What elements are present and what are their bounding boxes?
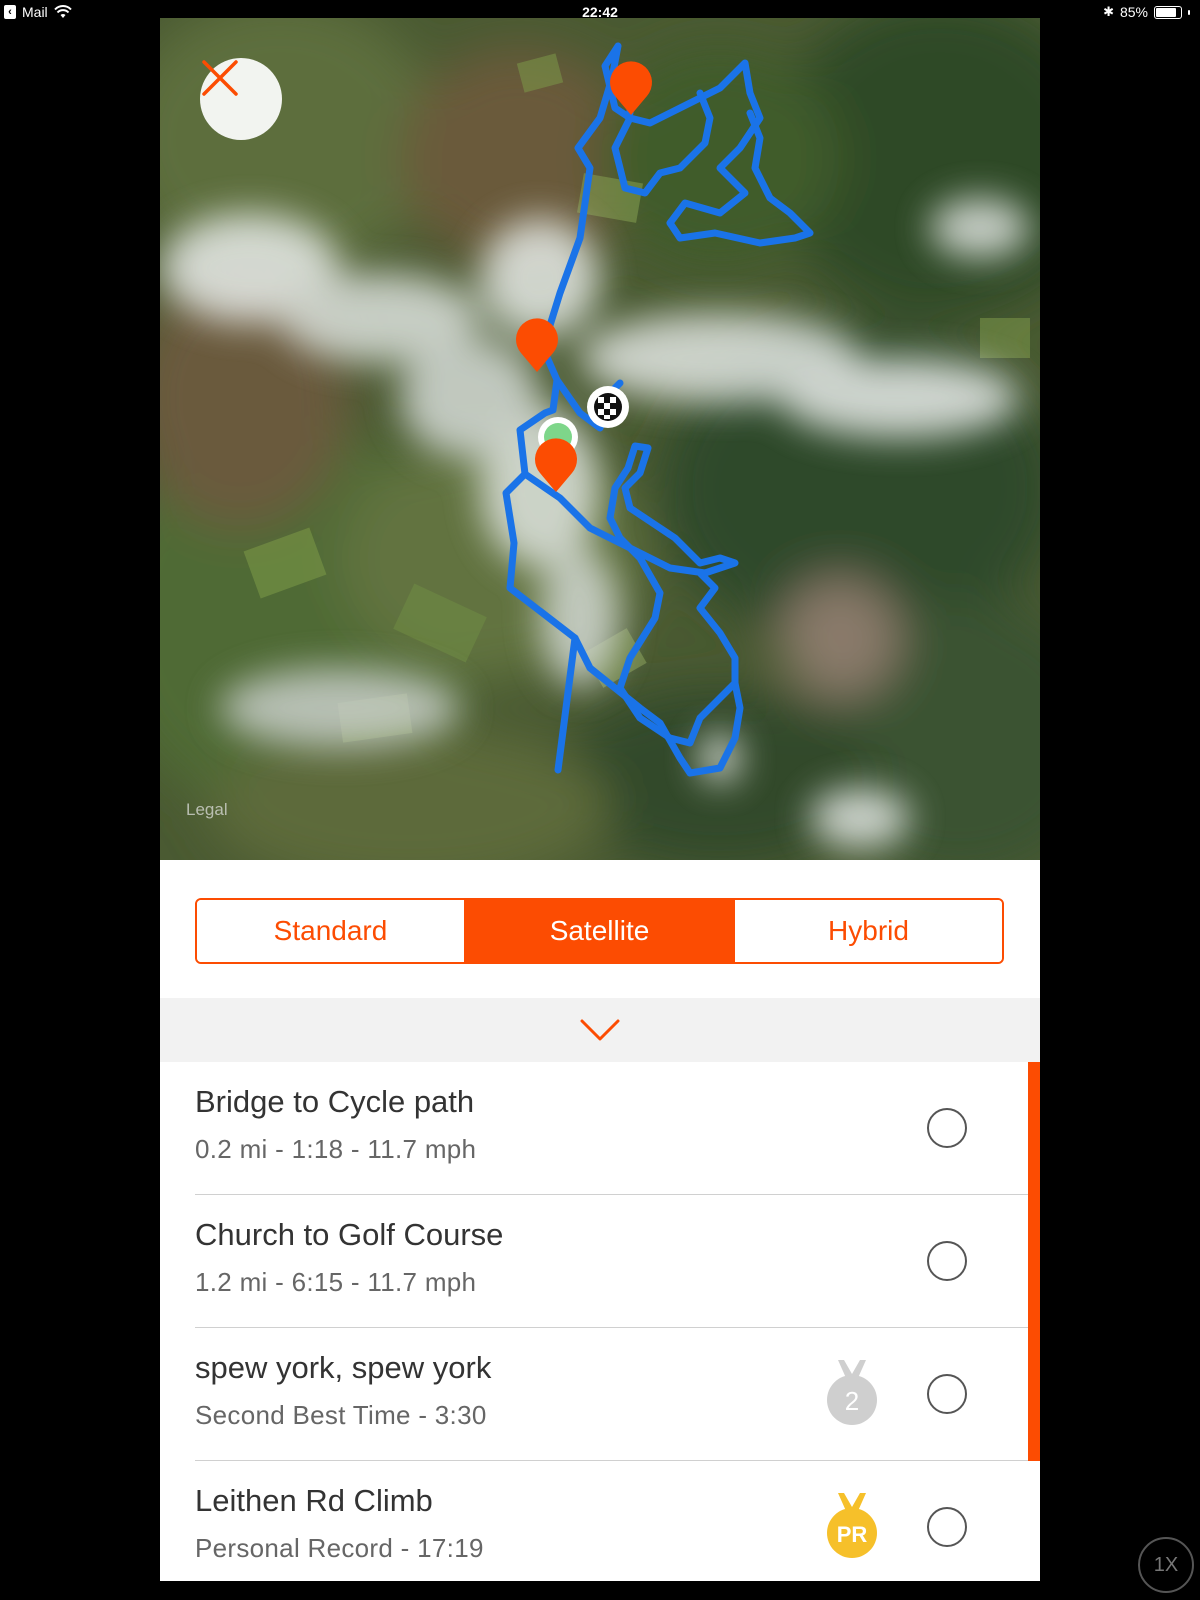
segment-name: Bridge to Cycle path — [195, 1084, 475, 1119]
map-type-satellite[interactable]: Satellite — [464, 900, 733, 962]
personal-record-medal-icon: PR — [827, 1493, 877, 1558]
satellite-map[interactable]: Legal — [160, 18, 1040, 860]
status-right: ✱ 85% — [1103, 4, 1190, 20]
segment-row[interactable]: Church to Golf Course 1.2 mi - 6:15 - 11… — [160, 1195, 1040, 1328]
segment-highlight-bar — [1028, 1062, 1040, 1195]
map-type-standard[interactable]: Standard — [197, 900, 464, 962]
segment-list: Bridge to Cycle path 0.2 mi - 1:18 - 11.… — [160, 1062, 1040, 1581]
map-type-selector: Standard Satellite Hybrid — [195, 898, 1004, 964]
segment-select-radio[interactable] — [927, 1108, 967, 1148]
segment-name: Leithen Rd Climb — [195, 1483, 433, 1518]
close-button[interactable] — [200, 58, 282, 140]
segment-detail: Second Best Time - 3:30 — [195, 1400, 487, 1430]
map-canvas[interactable] — [160, 18, 1040, 860]
battery-tip — [1188, 9, 1190, 15]
segment-name: Church to Golf Course — [195, 1217, 504, 1252]
collapse-map-button[interactable] — [160, 998, 1040, 1062]
segment-detail: 1.2 mi - 6:15 - 11.7 mph — [195, 1267, 477, 1297]
segment-detail: Personal Record - 17:19 — [195, 1533, 484, 1563]
bluetooth-icon: ✱ — [1103, 4, 1114, 19]
segment-select-radio[interactable] — [927, 1241, 967, 1281]
segment-row[interactable]: Bridge to Cycle path 0.2 mi - 1:18 - 11.… — [160, 1062, 1040, 1195]
battery-icon — [1154, 5, 1182, 19]
zoom-badge[interactable]: 1X — [1138, 1537, 1194, 1593]
segment-name: spew york, spew york — [195, 1350, 492, 1385]
segment-highlight-bar — [1028, 1328, 1040, 1461]
chevron-down-icon — [580, 1019, 620, 1041]
segment-select-radio[interactable] — [927, 1374, 967, 1414]
segment-select-radio[interactable] — [927, 1507, 967, 1547]
finish-flag-icon — [587, 386, 629, 428]
medal-label: 2 — [845, 1386, 859, 1416]
close-x-icon — [202, 60, 238, 96]
second-place-medal-icon: 2 — [827, 1360, 877, 1425]
activity-map-panel: Legal Standard Satellite Hybrid Bridge t… — [160, 18, 1040, 1581]
segment-highlight-bar — [1028, 1195, 1040, 1328]
segment-detail: 0.2 mi - 1:18 - 11.7 mph — [195, 1134, 477, 1164]
medal-label: PR — [837, 1522, 868, 1547]
map-legal-link[interactable]: Legal — [186, 800, 228, 820]
segment-row[interactable]: Leithen Rd Climb Personal Record - 17:19… — [160, 1461, 1040, 1581]
battery-percent: 85% — [1119, 4, 1148, 20]
map-type-hybrid[interactable]: Hybrid — [733, 900, 1002, 962]
segment-row[interactable]: spew york, spew york Second Best Time - … — [160, 1328, 1040, 1461]
